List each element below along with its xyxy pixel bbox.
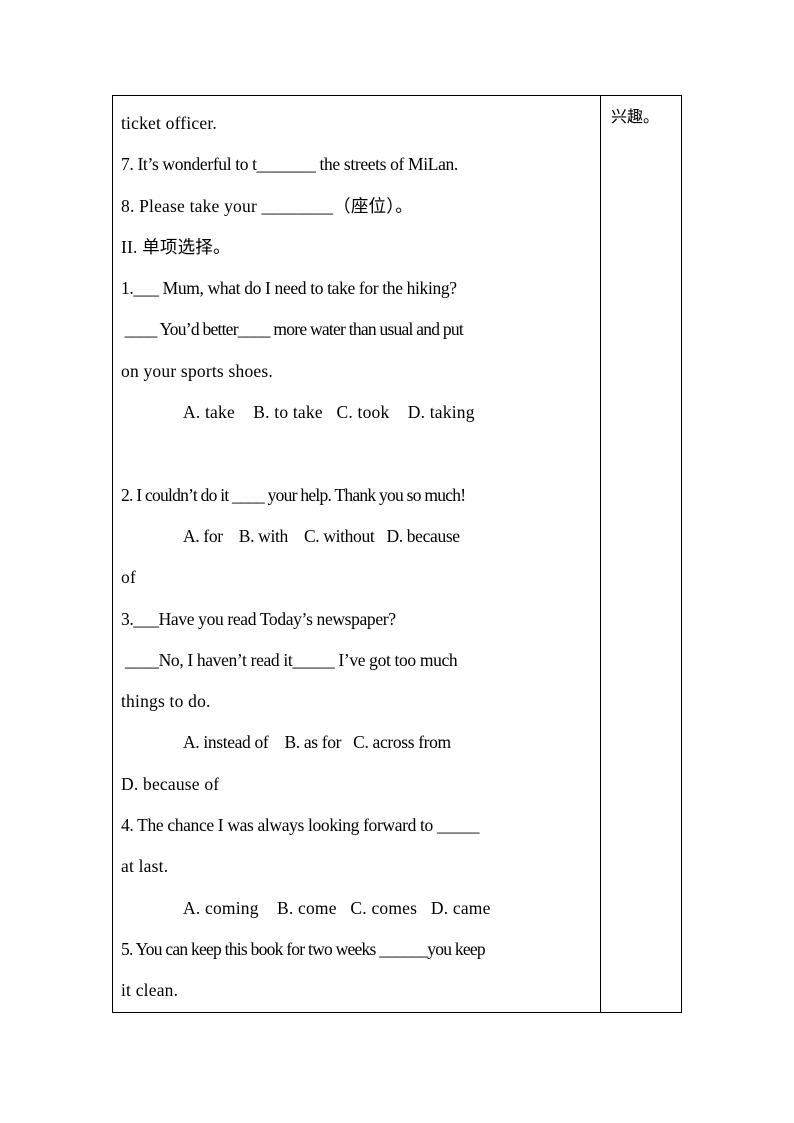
text-line: 2. I couldn’t do it ____ your help. Than… [121, 484, 466, 505]
text-line: on your sports shoes. [121, 360, 273, 381]
text-line: 7. It’s wonderful to t_______ the street… [121, 154, 458, 175]
text-line: 5. You can keep this book for two weeks … [121, 938, 486, 959]
text-line: 3.___Have you read Today’s newspaper? [121, 608, 396, 629]
option-line: A. instead of B. as for C. across from [183, 732, 451, 753]
text-line: ____ You’d better____ more water than us… [121, 319, 464, 340]
text-line: ticket officer. [121, 113, 217, 133]
document-page: ticket officer. 7. It’s wonderful to t__… [0, 0, 794, 1123]
worksheet-side-cell: 兴趣。 [601, 96, 681, 1012]
text-line: ____No, I haven’t read it_____ I’ve got … [121, 649, 458, 670]
text-line: at last. [121, 856, 169, 877]
worksheet-table: ticket officer. 7. It’s wonderful to t__… [112, 95, 682, 1013]
text-line: 8. Please take your ________（座位）。 [121, 195, 413, 216]
option-line: A. take B. to take C. took D. taking [183, 402, 475, 423]
text-line: 4. The chance I was always looking forwa… [121, 815, 479, 836]
option-line: A. coming B. come C. comes D. came [183, 897, 491, 918]
side-note-text: 兴趣。 [611, 107, 660, 126]
worksheet-main-cell: ticket officer. 7. It’s wonderful to t__… [113, 96, 601, 1012]
text-line: D. because of [121, 773, 220, 794]
option-line: A. for B. with C. without D. because [183, 525, 460, 546]
text-line: II. 单项选择。 [121, 236, 231, 257]
text-line: things to do. [121, 691, 211, 712]
text-line: it clean. [121, 980, 179, 1001]
text-line: of [121, 567, 136, 588]
text-line: 1.___ Mum, what do I need to take for th… [121, 278, 457, 299]
